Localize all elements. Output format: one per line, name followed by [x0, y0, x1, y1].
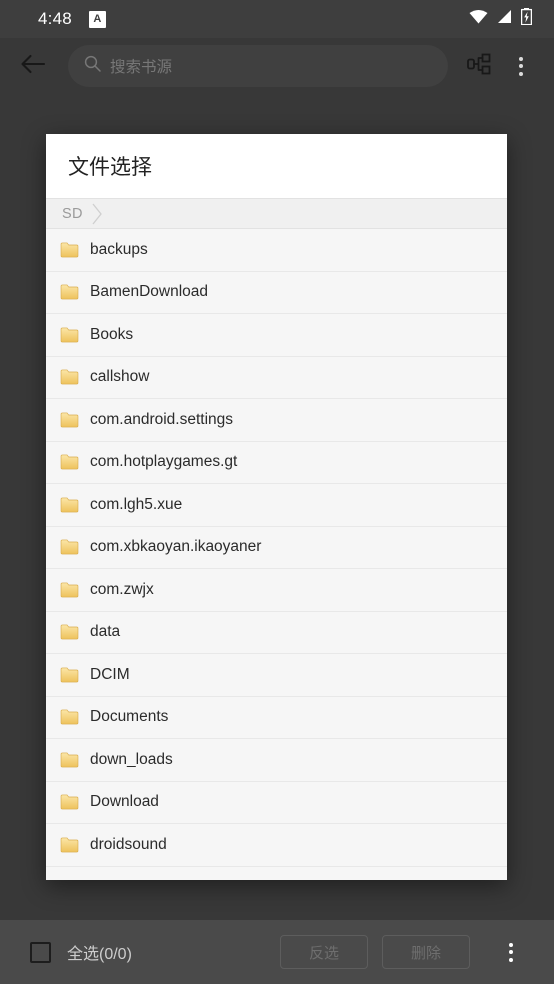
folder-icon — [60, 624, 79, 640]
file-name-label: callshow — [90, 368, 150, 386]
folder-icon — [60, 242, 79, 258]
file-name-label: backups — [90, 240, 148, 258]
file-name-label: droidsound — [90, 835, 167, 853]
select-all-checkbox[interactable] — [30, 941, 51, 963]
breadcrumb-item-sd[interactable]: SD — [62, 206, 83, 222]
file-name-label: Books — [90, 325, 134, 343]
file-name-label: Documents — [90, 708, 169, 726]
file-list-item[interactable]: backups — [46, 229, 507, 272]
file-list-item[interactable]: com.zwjx — [46, 569, 507, 612]
folder-icon — [60, 709, 79, 725]
folder-icon — [60, 752, 79, 768]
folder-icon — [60, 284, 79, 300]
file-name-label: down_loads — [90, 750, 173, 768]
file-name-label: com.android.settings — [90, 410, 234, 428]
wifi-icon — [469, 9, 488, 29]
folder-icon — [60, 497, 79, 513]
file-name-label: com.lgh5.xue — [90, 495, 183, 513]
more-vertical-icon — [509, 942, 513, 962]
more-vertical-icon — [519, 56, 523, 76]
top-app-bar: 搜索书源 — [0, 38, 554, 94]
file-list-item[interactable]: BamenDownload — [46, 271, 507, 314]
file-list-item[interactable]: data — [46, 611, 507, 654]
folder-icon — [60, 582, 79, 598]
file-list-item[interactable]: com.android.settings — [46, 399, 507, 442]
search-placeholder-text: 搜索书源 — [110, 59, 173, 76]
invert-selection-button[interactable]: 反选 — [280, 935, 368, 969]
phone-screen: 4:48 A 搜索书源 文件选择 SD backups BamenDownloa… — [0, 0, 554, 984]
folder-icon — [60, 794, 79, 810]
file-name-label: com.zwjx — [90, 580, 154, 598]
status-bar-clock: 4:48 — [38, 9, 72, 28]
dialog-title: 文件选择 — [46, 134, 507, 198]
file-list-item[interactable]: Documents — [46, 696, 507, 739]
arrow-left-icon — [20, 53, 46, 80]
file-name-label: BamenDownload — [90, 283, 209, 301]
file-name-label: Download — [90, 793, 159, 811]
app-bar-overflow-menu-button[interactable] — [500, 45, 542, 87]
file-list[interactable]: backups BamenDownload Books callshow com.and… — [46, 229, 507, 880]
cellular-signal-icon — [497, 9, 512, 29]
folder-icon — [60, 454, 79, 470]
status-bar-system-icons — [469, 8, 533, 30]
folder-icon — [60, 539, 79, 555]
select-all-label[interactable]: 全选(0/0) — [67, 940, 132, 964]
bottom-overflow-menu-button[interactable] — [490, 931, 532, 973]
notification-badge-a-icon: A — [88, 10, 106, 28]
hierarchy-tree-button[interactable] — [458, 45, 500, 87]
chevron-right-icon — [91, 203, 103, 225]
delete-button[interactable]: 删除 — [382, 935, 470, 969]
file-name-label: data — [90, 623, 121, 641]
file-list-item[interactable]: callshow — [46, 356, 507, 399]
status-bar-notification-icons: A — [88, 10, 106, 28]
hierarchy-tree-icon — [466, 52, 492, 81]
folder-icon — [60, 837, 79, 853]
file-list-item[interactable]: Download — [46, 781, 507, 824]
file-list-item[interactable]: DCIM — [46, 654, 507, 697]
folder-icon — [60, 369, 79, 385]
file-list-item[interactable]: Books — [46, 314, 507, 357]
search-input[interactable]: 搜索书源 — [68, 45, 448, 87]
file-name-label: com.xbkaoyan.ikaoyaner — [90, 538, 262, 556]
bottom-action-bar: 全选(0/0) 反选 删除 — [0, 920, 554, 984]
folder-icon — [60, 412, 79, 428]
back-button[interactable] — [12, 45, 54, 87]
file-list-item[interactable]: com.hotplaygames.gt — [46, 441, 507, 484]
file-list-item[interactable]: droidsound — [46, 824, 507, 867]
search-icon — [84, 55, 101, 77]
file-list-item[interactable]: com.xbkaoyan.ikaoyaner — [46, 526, 507, 569]
status-bar: 4:48 A — [0, 0, 554, 38]
file-name-label: DCIM — [90, 665, 130, 683]
file-list-item[interactable]: com.lgh5.xue — [46, 484, 507, 527]
folder-icon — [60, 327, 79, 343]
file-name-label: com.hotplaygames.gt — [90, 453, 238, 471]
breadcrumb: SD — [46, 198, 507, 229]
battery-charging-icon — [520, 8, 533, 30]
file-picker-dialog: 文件选择 SD backups BamenDownload Books callsho… — [46, 134, 507, 880]
file-list-item[interactable]: down_loads — [46, 739, 507, 782]
folder-icon — [60, 667, 79, 683]
